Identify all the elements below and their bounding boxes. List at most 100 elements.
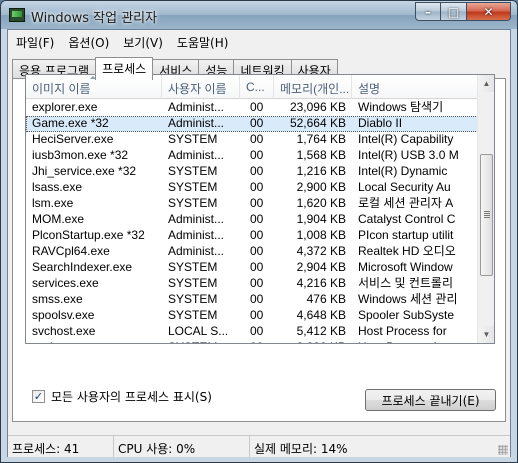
status-cpu-usage: CPU 사용: 0%	[114, 436, 250, 457]
process-row[interactable]: svchost.exeSYSTEM003,232 KBHost Process …	[26, 340, 478, 343]
process-row[interactable]: iusb3mon.exe *32 Administ... 00 1,568 KB Int…	[26, 148, 478, 164]
process-name-cell: spoolsv.exe	[32, 308, 95, 322]
show-all-users-checkbox[interactable]: ✓	[32, 390, 45, 403]
process-cpu-cell: 00	[250, 308, 264, 322]
column-user-name[interactable]: 사용자 이름	[162, 75, 240, 99]
process-user-cell: Administ...	[168, 228, 225, 242]
process-row[interactable]: svchost.exe LOCAL S... 00 5,412 KB Host Proc…	[26, 324, 478, 340]
process-row[interactable]: PlconStartup.exe *32 Administ... 00 1,008 K…	[26, 228, 478, 244]
process-memory-cell: 5,412 KB	[296, 324, 346, 338]
process-user-cell: Administ...	[168, 116, 225, 130]
process-row[interactable]: smss.exe SYSTEM 00 476 KB Windows 세션 관리	[26, 292, 478, 308]
process-row[interactable]: lsm.exe SYSTEM 00 1,620 KB 로컬 세션 관리자 A	[26, 196, 478, 212]
process-row[interactable]: MOM.exe Administ... 00 1,904 KB Catalyst Con…	[26, 212, 478, 228]
process-list[interactable]: 이미지 이름 사용자 이름 C... 메모리(개인... 설명 explorer…	[25, 74, 495, 344]
process-row[interactable]: services.exe SYSTEM 00 4,216 KB 서비스 및 컨트롤리	[26, 276, 478, 292]
column-memory[interactable]: 메모리(개인...	[274, 75, 352, 99]
process-cpu-cell: 00	[250, 164, 264, 178]
process-name-cell: Game.exe *32	[32, 116, 109, 130]
resize-grip-icon[interactable]	[498, 445, 508, 455]
process-user-cell: SYSTEM	[168, 180, 218, 194]
column-image-name-label: 이미지 이름	[32, 82, 91, 96]
process-user-cell: SYSTEM	[168, 164, 218, 178]
process-description-cell: Catalyst Control C	[358, 212, 456, 226]
process-memory-cell: 4,372 KB	[296, 244, 346, 258]
menu-file[interactable]: 파일(F)	[8, 30, 60, 52]
minimize-button[interactable]: –	[415, 2, 441, 21]
process-description-cell: PIcon startup utilit	[358, 228, 454, 242]
process-user-cell: Administ...	[168, 148, 225, 162]
process-user-cell: LOCAL S...	[168, 324, 229, 338]
process-memory-cell: 1,008 KB	[296, 228, 346, 242]
process-description-cell: Windows 탐색기	[358, 100, 444, 114]
process-memory-cell: 1,620 KB	[296, 196, 346, 210]
process-description-cell: 서비스 및 컨트롤리	[358, 276, 453, 290]
process-description-cell: Realtek HD 오디오	[358, 244, 456, 258]
show-all-users-option[interactable]: ✓ 모든 사용자의 프로세스 표시(S)	[32, 388, 212, 405]
process-memory-cell: 1,216 KB	[296, 164, 346, 178]
process-memory-cell: 476 KB	[306, 292, 346, 306]
process-name-cell: PlconStartup.exe *32	[32, 228, 145, 242]
process-name-cell: HeciServer.exe	[32, 132, 114, 146]
scroll-down-button[interactable]: ▼	[478, 326, 494, 343]
process-user-cell: SYSTEM	[168, 196, 218, 210]
close-button[interactable]: ✕	[467, 2, 511, 21]
menu-options[interactable]: 옵션(O)	[60, 30, 115, 52]
scroll-up-button[interactable]: ▲	[478, 75, 494, 92]
process-cpu-cell: 00	[250, 324, 264, 338]
end-process-button[interactable]: 프로세스 끝내기(E)	[365, 389, 496, 411]
maximize-icon: □	[447, 4, 460, 19]
process-name-cell: svchost.exe	[32, 324, 96, 338]
process-name-cell: svchost.exe	[26, 340, 162, 343]
process-description-cell: Local Security Au	[358, 180, 451, 194]
process-cpu-cell: 00	[250, 260, 264, 274]
process-row[interactable]: lsass.exe SYSTEM 00 2,900 KB Local Security …	[26, 180, 478, 196]
menu-bar: 파일(F) 옵션(O) 보기(V) 도움말(H)	[8, 30, 510, 52]
process-description-cell: 로컬 세션 관리자 A	[358, 196, 454, 210]
process-user-cell: Administ...	[168, 244, 225, 258]
process-user-cell: Administ...	[168, 212, 225, 226]
process-row[interactable]: spoolsv.exe SYSTEM 00 4,648 KB Spooler SubSy…	[26, 308, 478, 324]
menu-view[interactable]: 보기(V)	[115, 30, 169, 52]
process-cpu-cell: 00	[240, 340, 274, 343]
status-memory-usage: 실제 메모리: 14%	[254, 442, 348, 456]
process-user-cell: SYSTEM	[168, 260, 218, 274]
process-row[interactable]: SearchIndexer.exe SYSTEM 00 2,904 KB Microso…	[26, 260, 478, 276]
process-cpu-cell: 00	[250, 212, 264, 226]
process-row[interactable]: explorer.exe Administ... 00 23,096 KB Window…	[26, 100, 478, 116]
process-name-cell: SearchIndexer.exe	[32, 260, 133, 274]
process-cpu-cell: 00	[250, 100, 264, 114]
process-name-cell: Jhi_service.exe *32	[32, 164, 137, 178]
process-row[interactable]: Game.exe *32 Administ... 00 52,664 KB Diablo…	[26, 116, 478, 132]
process-user-cell: SYSTEM	[168, 308, 218, 322]
maximize-button[interactable]: □	[441, 2, 467, 21]
task-manager-window: Windows 작업 관리자 – □ ✕ 파일(F) 옵션(O) 보기(V) 도…	[0, 0, 518, 463]
vertical-scrollbar[interactable]: ▲ ▼	[477, 75, 494, 343]
status-process-count: 프로세스: 41	[8, 436, 114, 457]
process-cpu-cell: 00	[250, 196, 264, 210]
process-description-cell: Spooler SubSyste	[358, 308, 455, 322]
process-memory-cell: 52,664 KB	[289, 116, 346, 130]
menu-help[interactable]: 도움말(H)	[169, 30, 235, 52]
process-name-cell: services.exe	[32, 276, 99, 290]
process-memory-cell: 4,648 KB	[296, 308, 346, 322]
process-memory-cell: 23,096 KB	[289, 100, 346, 114]
process-row[interactable]: Jhi_service.exe *32 SYSTEM 00 1,216 KB Intel…	[26, 164, 478, 180]
process-description-cell: Microsoft Window	[358, 260, 453, 274]
title-bar[interactable]: Windows 작업 관리자 – □ ✕	[1, 1, 517, 29]
process-user-cell: SYSTEM	[168, 276, 218, 290]
process-memory-cell: 1,904 KB	[296, 212, 346, 226]
process-description-cell: Intel(R) Capability	[358, 132, 454, 146]
process-cpu-cell: 00	[250, 244, 264, 258]
process-description-cell: Windows 세션 관리	[358, 292, 458, 306]
process-row[interactable]: RAVCpl64.exe Administ... 00 4,372 KB Realtek…	[26, 244, 478, 260]
column-description[interactable]: 설명	[352, 75, 478, 99]
process-description-cell: Host Process for	[352, 340, 478, 343]
process-row[interactable]: HeciServer.exe SYSTEM 00 1,764 KB Intel(R) C…	[26, 132, 478, 148]
process-name-cell: smss.exe	[32, 292, 83, 306]
tab-processes[interactable]: 프로세스	[95, 57, 154, 80]
process-memory-cell: 2,900 KB	[296, 180, 346, 194]
show-all-users-label: 모든 사용자의 프로세스 표시(S)	[51, 390, 212, 404]
column-cpu[interactable]: C...	[240, 75, 274, 99]
scroll-thumb[interactable]	[480, 154, 493, 276]
